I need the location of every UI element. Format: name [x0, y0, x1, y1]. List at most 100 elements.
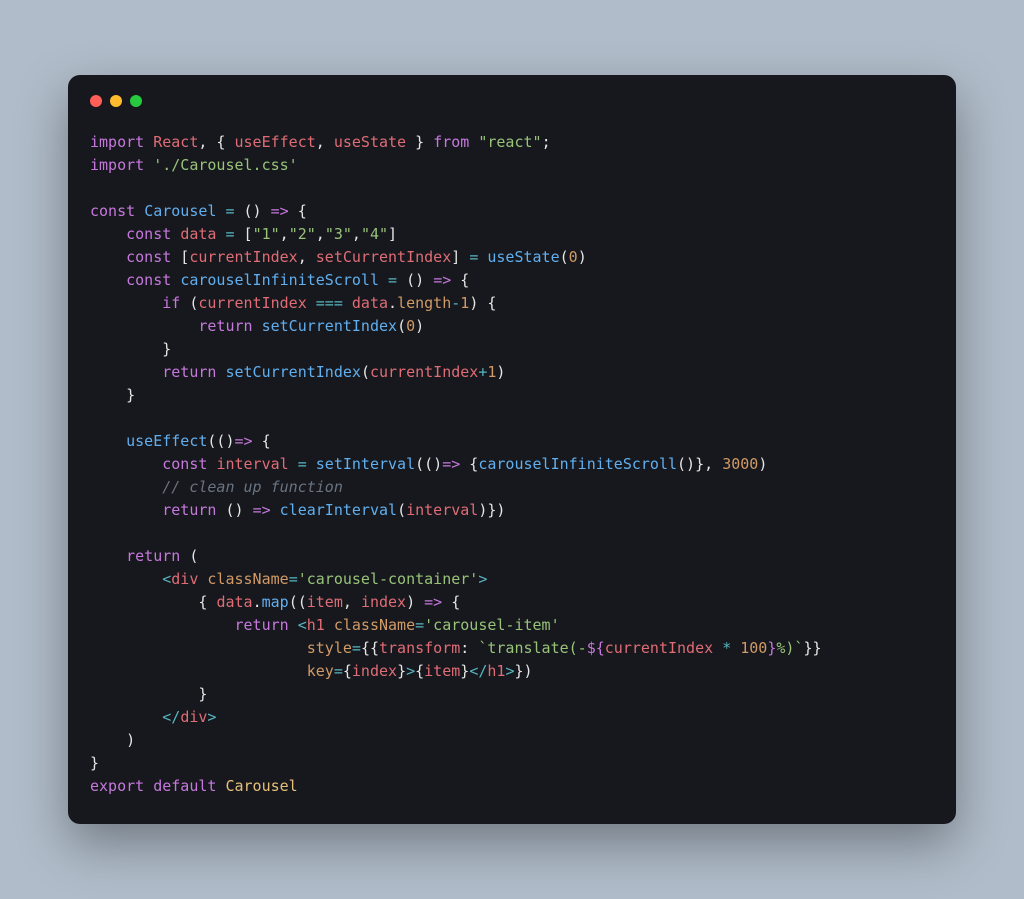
code-token: ]: [451, 248, 469, 266]
code-token: (: [180, 294, 198, 312]
minimize-icon[interactable]: [110, 95, 122, 107]
code-token: =: [469, 248, 478, 266]
code-token: ,: [352, 225, 361, 243]
code-token: {: [343, 662, 352, 680]
code-token: =>: [235, 432, 253, 450]
code-line: const carouselInfiniteScroll = () => {: [90, 271, 469, 289]
zoom-icon[interactable]: [130, 95, 142, 107]
code-token: ((: [289, 593, 307, 611]
code-token: data: [352, 294, 388, 312]
code-token: const: [90, 202, 135, 220]
code-token: (: [397, 501, 406, 519]
code-line: return <h1 className='carousel-item': [90, 616, 560, 634]
code-line: export default Carousel: [90, 777, 298, 795]
code-token: [307, 455, 316, 473]
code-token: [713, 639, 722, 657]
code-token: length: [397, 294, 451, 312]
code-token: style: [307, 639, 352, 657]
code-line: </div>: [90, 708, 216, 726]
code-token: [90, 616, 235, 634]
code-token: }: [90, 754, 99, 772]
code-line: }: [90, 754, 99, 772]
code-token: import: [90, 156, 144, 174]
code-token: carouselInfiniteScroll: [478, 455, 677, 473]
code-token: [731, 639, 740, 657]
code-token: const: [126, 248, 171, 266]
code-token: const: [126, 225, 171, 243]
code-token: {: [90, 593, 216, 611]
code-token: className: [334, 616, 415, 634]
code-token: className: [207, 570, 288, 588]
code-token: -: [451, 294, 460, 312]
code-token: 3000: [722, 455, 758, 473]
code-token: 'carousel-item': [424, 616, 559, 634]
code-token: ): [415, 317, 424, 335]
code-token: ) {: [469, 294, 496, 312]
code-line: useEffect(()=> {: [90, 432, 271, 450]
code-token: currentIndex: [198, 294, 306, 312]
code-token: ]: [388, 225, 397, 243]
code-token: =: [352, 639, 361, 657]
code-token: h1: [487, 662, 505, 680]
code-token: [: [171, 248, 189, 266]
code-token: }: [90, 386, 135, 404]
code-token: [90, 547, 126, 565]
code-token: useEffect: [235, 133, 316, 151]
code-token: =: [388, 271, 397, 289]
code-token: useState: [487, 248, 559, 266]
code-token: [90, 225, 126, 243]
code-token: [144, 133, 153, 151]
code-token: [90, 294, 162, 312]
code-token: return: [126, 547, 180, 565]
code-token: [469, 133, 478, 151]
code-token: (): [235, 202, 271, 220]
code-line: if (currentIndex === data.length-1) {: [90, 294, 496, 312]
code-token: useEffect: [126, 432, 207, 450]
code-token: [144, 777, 153, 795]
code-token: [: [235, 225, 253, 243]
code-token: {: [451, 271, 469, 289]
code-token: if: [162, 294, 180, 312]
code-line: key={index}>{item}</h1>}): [90, 662, 533, 680]
code-token: 1: [460, 294, 469, 312]
code-token: "3": [325, 225, 352, 243]
code-token: }: [460, 662, 469, 680]
code-token: </: [162, 708, 180, 726]
code-token: %)`: [776, 639, 803, 657]
code-token: :: [460, 639, 478, 657]
code-token: ): [758, 455, 767, 473]
code-token: , {: [198, 133, 234, 151]
code-token: (: [397, 317, 406, 335]
code-token: from: [433, 133, 469, 151]
code-token: }}: [803, 639, 821, 657]
code-token: [90, 501, 162, 519]
code-token: 0: [569, 248, 578, 266]
code-token: (): [397, 271, 433, 289]
code-token: [90, 432, 126, 450]
code-token: [343, 294, 352, 312]
code-line: return () => clearInterval(interval)}): [90, 501, 505, 519]
code-token: [271, 501, 280, 519]
code-line: }: [90, 685, 207, 703]
code-token: [171, 225, 180, 243]
code-token: interval: [216, 455, 288, 473]
code-token: <: [298, 616, 307, 634]
code-token: (: [560, 248, 569, 266]
code-token: 0: [406, 317, 415, 335]
code-token: "1": [253, 225, 280, 243]
code-token: =: [298, 455, 307, 473]
code-token: ((): [207, 432, 234, 450]
code-token: setCurrentIndex: [225, 363, 360, 381]
code-token: (): [216, 501, 252, 519]
code-line: style={{transform: `translate(-${current…: [90, 639, 822, 657]
code-token: return: [198, 317, 252, 335]
code-token: currentIndex: [189, 248, 297, 266]
code-token: =>: [442, 455, 460, 473]
code-token: <: [162, 570, 171, 588]
code-token: {: [289, 202, 307, 220]
code-token: .: [388, 294, 397, 312]
code-token: [289, 616, 298, 634]
code-token: {: [460, 455, 478, 473]
code-token: =: [289, 570, 298, 588]
close-icon[interactable]: [90, 95, 102, 107]
